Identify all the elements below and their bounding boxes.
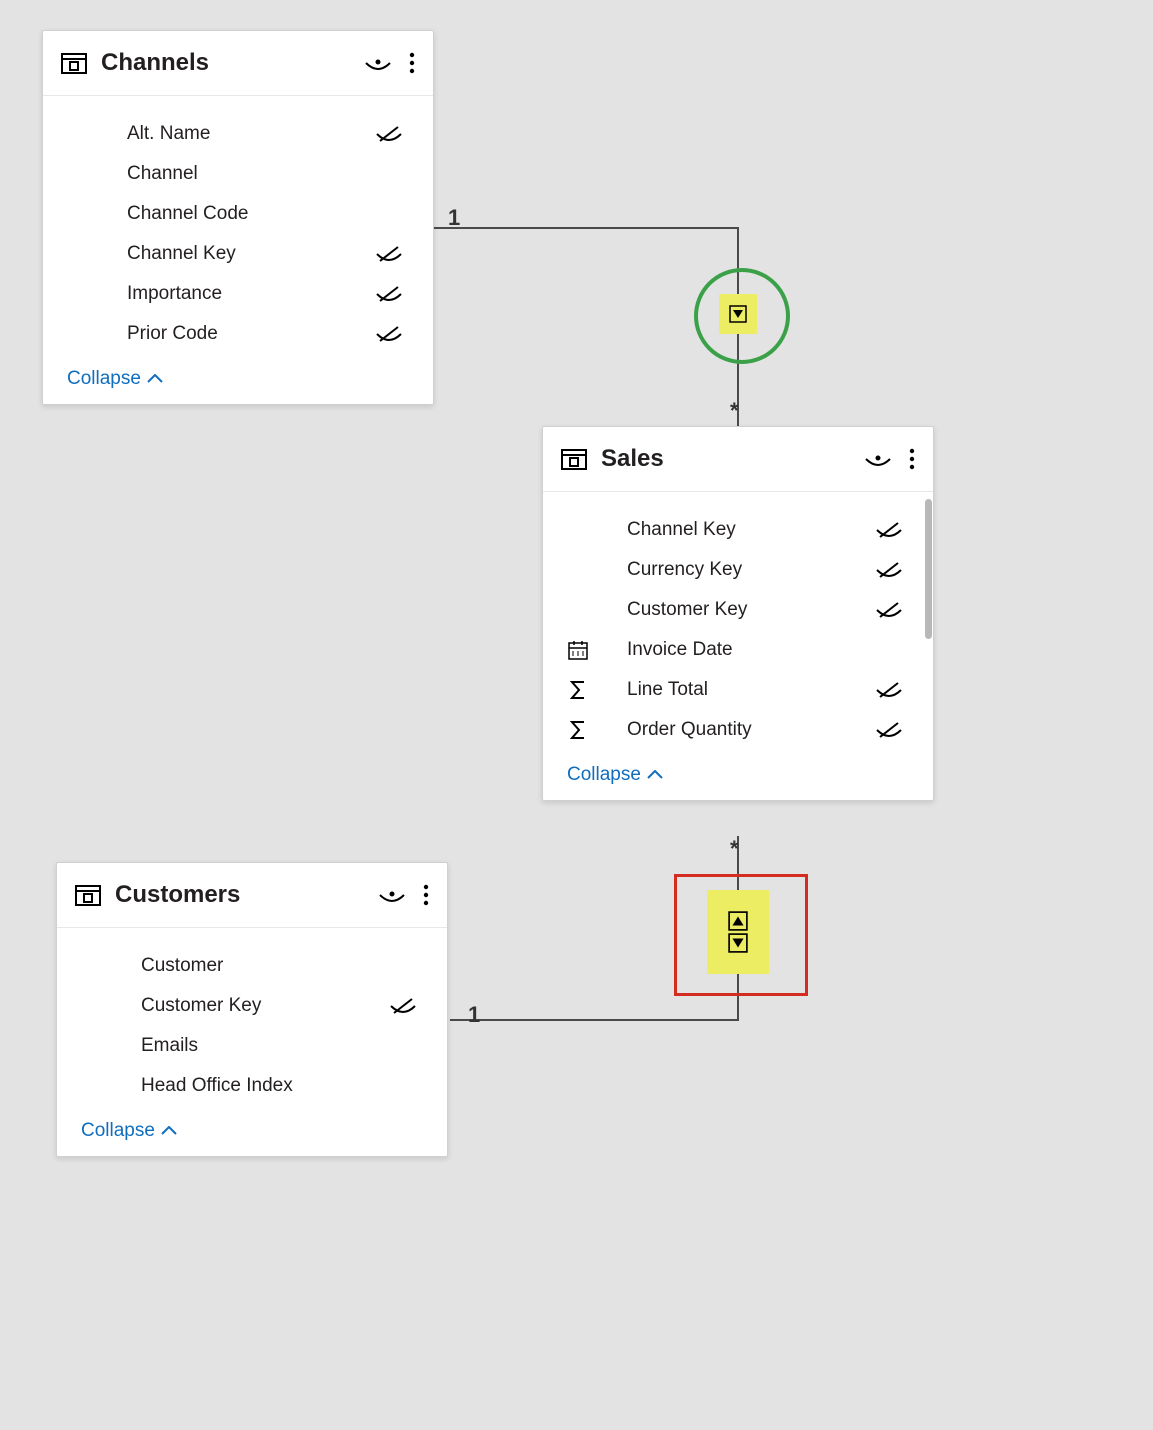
collapse-label: Collapse: [81, 1120, 155, 1142]
field-name: Alt. Name: [127, 123, 369, 145]
hidden-icon[interactable]: [383, 996, 423, 1016]
relationship-marker-channels-sales[interactable]: [719, 294, 757, 334]
field-name: Channel: [127, 163, 369, 185]
visibility-toggle-icon[interactable]: [865, 449, 891, 469]
chevron-up-icon: [647, 770, 663, 780]
collapse-label: Collapse: [67, 368, 141, 390]
hidden-icon[interactable]: [369, 244, 409, 264]
more-options-icon[interactable]: [423, 884, 429, 906]
table-header: Channels: [43, 31, 433, 96]
field-row[interactable]: Channel Key: [543, 510, 933, 550]
table-card-customers[interactable]: Customers Customer Customer Key Emails Head…: [56, 862, 448, 1157]
field-row[interactable]: Line Total: [543, 670, 933, 710]
cardinality-sales-many-top: *: [730, 398, 739, 424]
field-row[interactable]: Alt. Name: [43, 114, 433, 154]
field-row[interactable]: Channel Key: [43, 234, 433, 274]
field-row[interactable]: Currency Key: [543, 550, 933, 590]
collapse-button[interactable]: Collapse: [57, 1110, 447, 1156]
collapse-label: Collapse: [567, 764, 641, 786]
field-row[interactable]: Emails: [57, 1026, 447, 1066]
cardinality-customers-one: 1: [468, 1002, 480, 1028]
more-options-icon[interactable]: [909, 448, 915, 470]
hidden-icon[interactable]: [869, 680, 909, 700]
hidden-icon[interactable]: [869, 600, 909, 620]
cardinality-channels-one: 1: [448, 205, 460, 231]
field-row[interactable]: Customer: [57, 946, 447, 986]
field-row[interactable]: Head Office Index: [57, 1066, 447, 1106]
field-name: Importance: [127, 283, 369, 305]
table-card-channels[interactable]: Channels Alt. Name Channel Channel Code Cha…: [42, 30, 434, 405]
field-row[interactable]: Customer Key: [57, 986, 447, 1026]
more-options-icon[interactable]: [409, 52, 415, 74]
chevron-up-icon: [147, 374, 163, 384]
field-name: Channel Key: [127, 243, 369, 265]
field-list: Alt. Name Channel Channel Code Channel Key I…: [43, 96, 433, 358]
table-header: Customers: [57, 863, 447, 928]
hidden-icon[interactable]: [369, 284, 409, 304]
scrollbar[interactable]: [925, 499, 932, 639]
cardinality-sales-many-bottom: *: [730, 836, 739, 862]
field-name: Invoice Date: [627, 639, 869, 661]
field-name: Emails: [141, 1035, 383, 1057]
field-row[interactable]: Customer Key: [543, 590, 933, 630]
table-title: Sales: [601, 445, 865, 473]
relationship-marker-customers-sales[interactable]: [707, 890, 769, 974]
visibility-toggle-icon[interactable]: [365, 53, 391, 73]
field-row[interactable]: Invoice Date: [543, 630, 933, 670]
field-name: Head Office Index: [141, 1075, 383, 1097]
field-row[interactable]: Importance: [43, 274, 433, 314]
chevron-up-icon: [161, 1126, 177, 1136]
field-name: Prior Code: [127, 323, 369, 345]
field-row[interactable]: Channel: [43, 154, 433, 194]
filter-direction-down-icon: [729, 305, 747, 323]
table-header: Sales: [543, 427, 933, 492]
hidden-icon[interactable]: [369, 124, 409, 144]
field-name: Currency Key: [627, 559, 869, 581]
field-row[interactable]: Channel Code: [43, 194, 433, 234]
collapse-button[interactable]: Collapse: [543, 754, 933, 800]
field-name: Line Total: [627, 679, 869, 701]
table-title: Customers: [115, 881, 379, 909]
field-name: Channel Key: [627, 519, 869, 541]
visibility-toggle-icon[interactable]: [379, 885, 405, 905]
field-list: Customer Customer Key Emails Head Office In…: [57, 928, 447, 1110]
table-icon: [61, 50, 87, 76]
field-name: Order Quantity: [627, 719, 869, 741]
field-name: Channel Code: [127, 203, 369, 225]
filter-direction-up-icon: [728, 911, 748, 931]
field-name: Customer Key: [627, 599, 869, 621]
field-row[interactable]: Prior Code: [43, 314, 433, 354]
hidden-icon[interactable]: [869, 520, 909, 540]
field-name: Customer: [141, 955, 383, 977]
sigma-icon: [567, 679, 627, 701]
table-title: Channels: [101, 49, 365, 77]
hidden-icon[interactable]: [869, 560, 909, 580]
table-card-sales[interactable]: Sales Channel Key Currency Key Customer Ke…: [542, 426, 934, 801]
hidden-icon[interactable]: [369, 324, 409, 344]
filter-direction-down-icon: [728, 933, 748, 953]
model-canvas[interactable]: 1 * * 1 Channels: [0, 0, 1153, 1430]
table-icon: [561, 446, 587, 472]
table-icon: [75, 882, 101, 908]
hidden-icon[interactable]: [869, 720, 909, 740]
field-row[interactable]: Order Quantity: [543, 710, 933, 750]
sigma-icon: [567, 719, 627, 741]
collapse-button[interactable]: Collapse: [43, 358, 433, 404]
field-list: Channel Key Currency Key Customer Key Invoi…: [543, 492, 933, 754]
field-name: Customer Key: [141, 995, 383, 1017]
calendar-icon: [567, 639, 627, 661]
